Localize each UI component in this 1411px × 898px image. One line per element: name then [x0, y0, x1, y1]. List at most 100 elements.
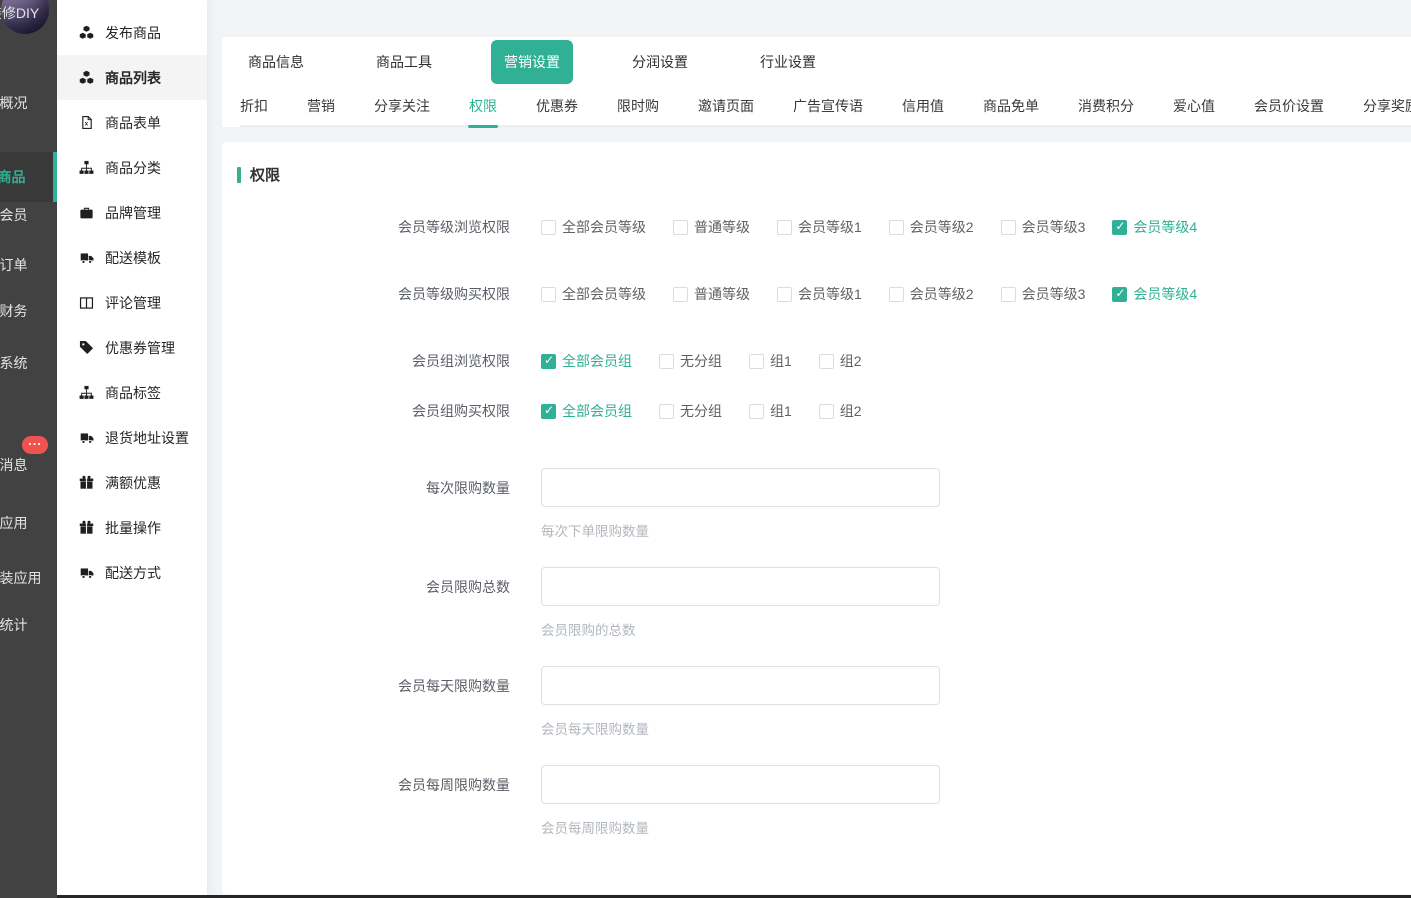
product-menu-item[interactable]: 商品分类	[57, 145, 207, 190]
main-nav-item[interactable]: 会员	[0, 202, 57, 228]
checkbox-option[interactable]: 组1	[749, 401, 792, 421]
product-menu-item[interactable]: 商品列表	[57, 55, 207, 100]
checkbox-option[interactable]: 会员等级4	[1112, 217, 1197, 237]
product-menu-item[interactable]: 优惠券管理	[57, 325, 207, 370]
checkbox-icon[interactable]	[673, 220, 688, 235]
marketing-subtab[interactable]: 广告宣传语	[793, 86, 863, 126]
checkbox-icon[interactable]	[777, 287, 792, 302]
marketing-subtab[interactable]: 折扣	[240, 86, 268, 126]
checkbox-icon[interactable]	[819, 404, 834, 419]
checkbox-option[interactable]: 普通等级	[673, 284, 750, 304]
marketing-subtab[interactable]: 会员价设置	[1254, 86, 1324, 126]
main-nav-item[interactable]: 概况	[0, 90, 57, 116]
main-nav-item[interactable]: 系统	[0, 350, 57, 376]
marketing-subtab[interactable]: 分享关注	[374, 86, 430, 126]
main-nav-item[interactable]: 订单	[0, 252, 57, 278]
marketing-subtab[interactable]: 营销	[307, 86, 335, 126]
product-menu-item[interactable]: 发布商品	[57, 10, 207, 55]
product-menu-item[interactable]: x 商品表单	[57, 100, 207, 145]
checkbox-icon[interactable]	[889, 220, 904, 235]
product-menu-item[interactable]: 品牌管理	[57, 190, 207, 235]
checkbox-option[interactable]: 无分组	[659, 351, 722, 371]
checkbox-option[interactable]: 全部会员等级	[541, 284, 646, 304]
main-nav-item[interactable]: 消息 ...	[0, 452, 57, 478]
checkbox-option-label: 会员等级4	[1133, 284, 1197, 304]
marketing-subtab-label: 邀请页面	[698, 98, 754, 114]
settings-tab[interactable]: 分润设置	[632, 52, 760, 72]
quantity-input[interactable]	[541, 468, 940, 507]
gift-icon	[78, 520, 95, 536]
quantity-input[interactable]	[541, 666, 940, 705]
checkbox-option[interactable]: 无分组	[659, 401, 722, 421]
marketing-subtab[interactable]: 优惠券	[536, 86, 578, 126]
marketing-subtab[interactable]: 信用值	[902, 86, 944, 126]
checkbox-option[interactable]: 会员等级1	[777, 217, 862, 237]
main-nav-item[interactable]: 安装应用	[0, 565, 57, 591]
permissions-form: 会员等级浏览权限 全部会员等级 普通等级	[222, 217, 1411, 837]
quantity-input[interactable]	[541, 567, 940, 606]
checkbox-icon[interactable]	[777, 220, 792, 235]
checkbox-icon[interactable]	[541, 287, 556, 302]
checkbox-option[interactable]: 会员等级2	[889, 217, 974, 237]
main-nav-item-label: 会员	[0, 207, 28, 223]
checkbox-icon[interactable]	[541, 354, 556, 369]
checkbox-icon[interactable]	[749, 354, 764, 369]
checkbox-icon[interactable]	[889, 287, 904, 302]
settings-tab[interactable]: 商品信息	[248, 52, 376, 72]
product-menu-item[interactable]: 配送方式	[57, 550, 207, 595]
checkbox-option[interactable]: 组2	[819, 351, 862, 371]
checkbox-option[interactable]: 全部会员等级	[541, 217, 646, 237]
settings-tab[interactable]: 营销设置	[504, 40, 632, 84]
sitemap-icon	[78, 160, 95, 176]
checkbox-option-label: 会员等级3	[1022, 217, 1086, 237]
checkbox-option[interactable]: 会员等级3	[1001, 217, 1086, 237]
main-nav-item[interactable]: 装修DIY	[0, 0, 57, 26]
checkbox-option[interactable]: 会员等级3	[1001, 284, 1086, 304]
marketing-subtab[interactable]: 爱心值	[1173, 86, 1215, 126]
checkbox-icon[interactable]	[1112, 287, 1127, 302]
checkbox-icon[interactable]	[1001, 287, 1016, 302]
marketing-subtab[interactable]: 权限	[469, 86, 497, 126]
main-nav-item[interactable]: 财务	[0, 298, 57, 324]
marketing-subtab[interactable]: 消费积分	[1078, 86, 1134, 126]
product-menu-item[interactable]: 退货地址设置	[57, 415, 207, 460]
checkbox-option[interactable]: 会员等级4	[1112, 284, 1197, 304]
checkbox-icon[interactable]	[1001, 220, 1016, 235]
product-menu-item[interactable]: 商品标签	[57, 370, 207, 415]
product-menu-item[interactable]: 满额优惠	[57, 460, 207, 505]
marketing-subtab[interactable]: 分享奖励	[1363, 86, 1411, 126]
checkbox-icon[interactable]	[819, 354, 834, 369]
input-rows: 每次限购数量 每次下单限购数量 会员限购总数 会员限购的总数	[222, 468, 1411, 837]
marketing-subtab[interactable]: 邀请页面	[698, 86, 754, 126]
main-nav-item[interactable]: 应用	[0, 510, 57, 536]
settings-tab[interactable]: 行业设置	[760, 52, 888, 72]
checkbox-option-label: 全部会员组	[562, 351, 632, 371]
product-menu-item[interactable]: 配送模板	[57, 235, 207, 280]
checkbox-icon[interactable]	[659, 404, 674, 419]
section-title: 权限	[250, 164, 280, 185]
checkbox-icon[interactable]	[541, 220, 556, 235]
checkbox-option[interactable]: 组1	[749, 351, 792, 371]
marketing-subtab-label: 信用值	[902, 98, 944, 114]
checkbox-option[interactable]: 会员等级2	[889, 284, 974, 304]
quantity-input[interactable]	[541, 765, 940, 804]
product-menu-item[interactable]: 批量操作	[57, 505, 207, 550]
marketing-subtab[interactable]: 商品免单	[983, 86, 1039, 126]
checkbox-option[interactable]: 全部会员组	[541, 401, 632, 421]
checkbox-icon[interactable]	[673, 287, 688, 302]
checkbox-group: 全部会员组 无分组 组1 组2	[541, 351, 862, 371]
checkbox-icon[interactable]	[1112, 220, 1127, 235]
checkbox-icon[interactable]	[541, 404, 556, 419]
checkbox-option[interactable]: 组2	[819, 401, 862, 421]
settings-tab[interactable]: 商品工具	[376, 52, 504, 72]
checkbox-icon[interactable]	[659, 354, 674, 369]
main-nav-item[interactable]: 商品	[0, 152, 57, 202]
main-nav-item[interactable]: 统计	[0, 612, 57, 638]
checkbox-option[interactable]: 全部会员组	[541, 351, 632, 371]
checkbox-icon[interactable]	[749, 404, 764, 419]
settings-tab-label: 商品信息	[248, 52, 304, 72]
product-menu-item[interactable]: 评论管理	[57, 280, 207, 325]
checkbox-option[interactable]: 普通等级	[673, 217, 750, 237]
marketing-subtab[interactable]: 限时购	[617, 86, 659, 126]
checkbox-option[interactable]: 会员等级1	[777, 284, 862, 304]
